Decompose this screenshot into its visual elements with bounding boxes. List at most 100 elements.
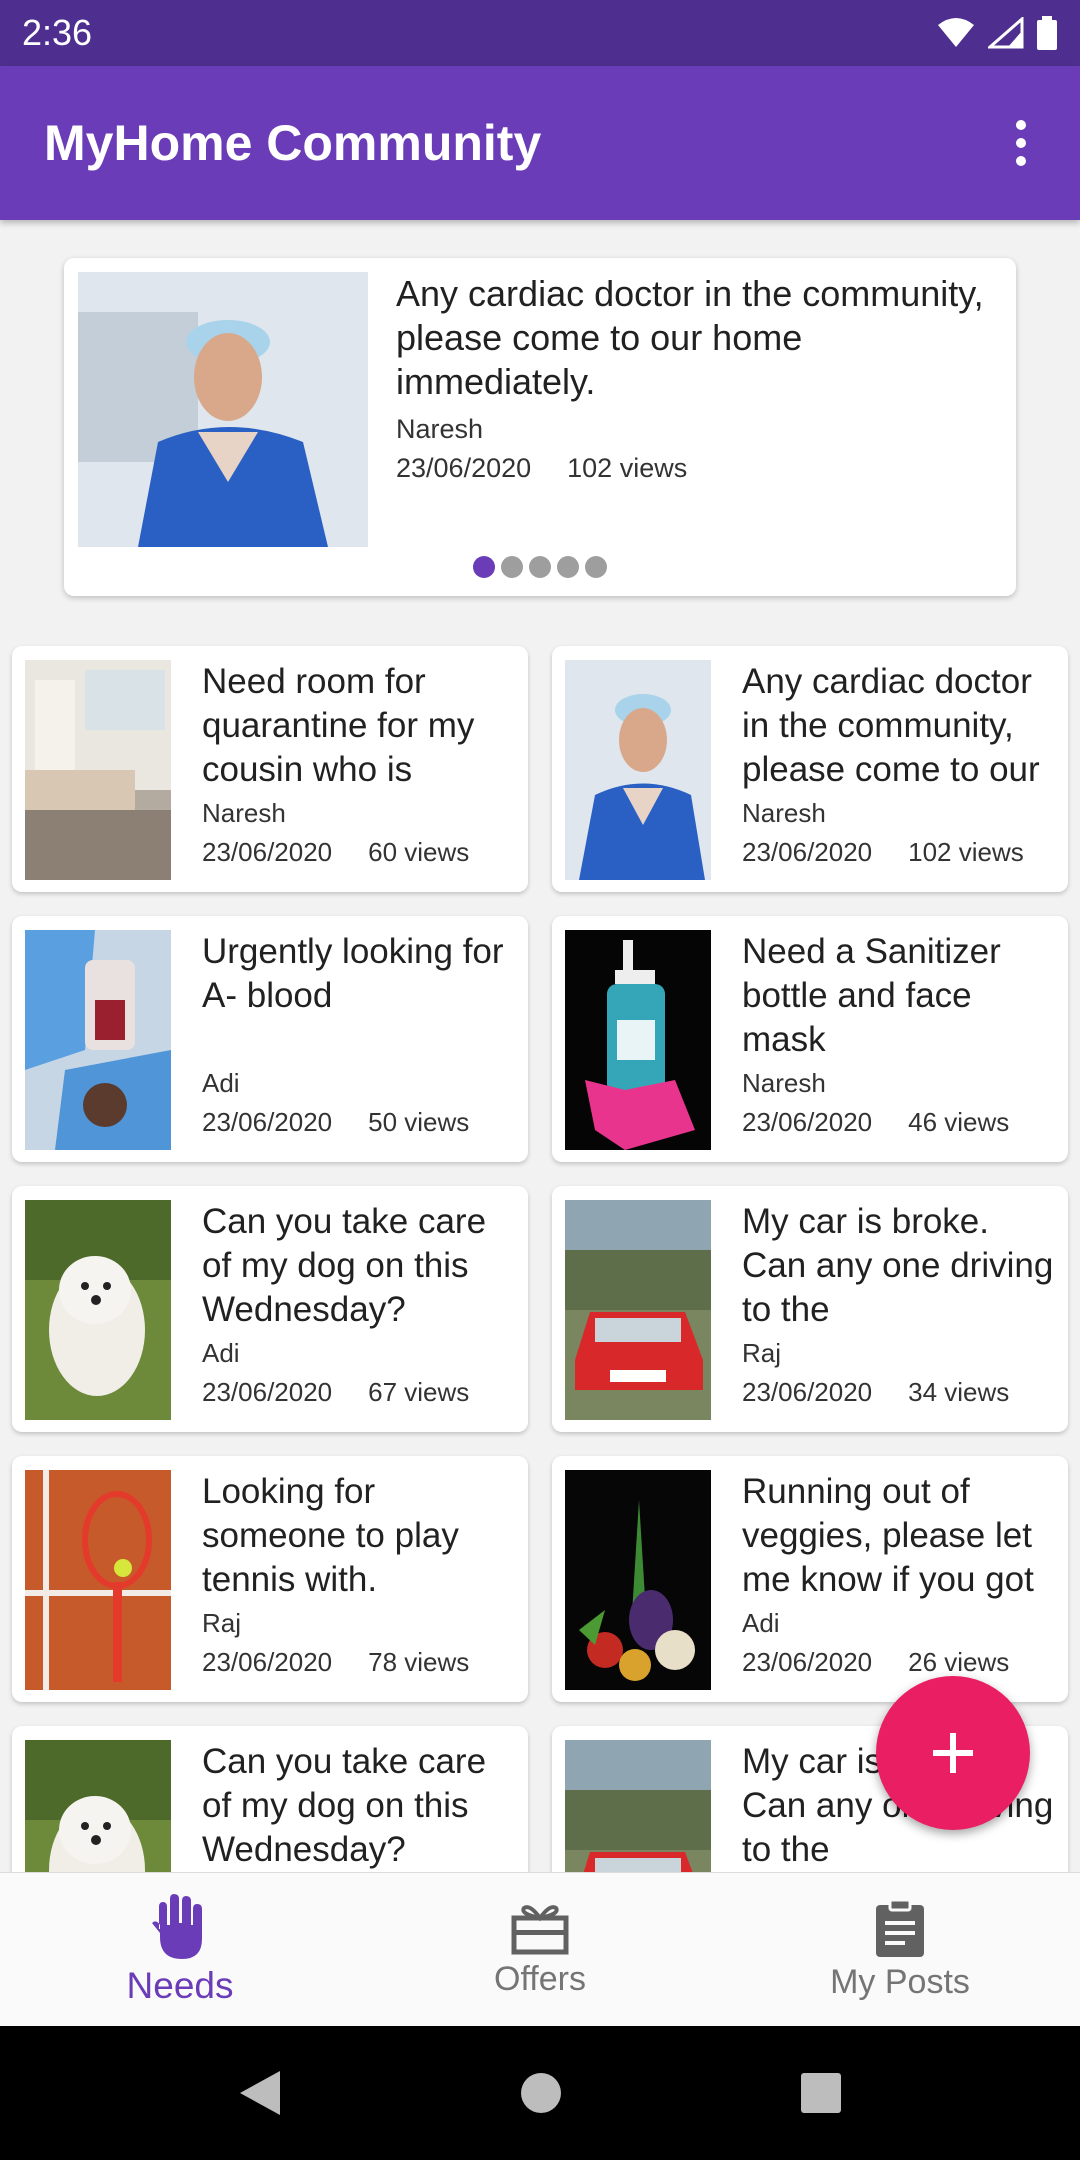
post-author: Naresh — [202, 798, 286, 828]
red-car-photo — [565, 1200, 711, 1420]
post-meta: 23/06/2020 67 views — [202, 1377, 522, 1408]
nav-needs-label: Needs — [126, 1965, 234, 2006]
status-bar: 2:36 — [0, 0, 1080, 66]
post-meta: 23/06/2020 26 views — [742, 1647, 1062, 1678]
carousel-pager[interactable] — [64, 556, 1016, 578]
post-author: Naresh — [742, 1068, 826, 1098]
home-icon[interactable] — [519, 2071, 563, 2115]
hand-icon — [152, 1894, 202, 1959]
battery-icon — [1037, 16, 1057, 50]
post-views: 26 views — [908, 1647, 1010, 1677]
blood-bag-photo — [25, 930, 171, 1150]
gift-icon — [511, 1904, 569, 1954]
post-meta: 23/06/2020 50 views — [202, 1107, 522, 1138]
doctor-photo — [78, 272, 368, 547]
pager-dot[interactable] — [529, 556, 551, 578]
wifi-icon — [938, 18, 974, 47]
system-navigation-bar — [0, 2026, 1080, 2160]
vegetables-photo — [565, 1470, 711, 1690]
post-date: 23/06/2020 — [742, 1377, 873, 1407]
post-card-text: Looking for someone to play tennis with.… — [202, 1470, 522, 1678]
signal-icon — [988, 17, 1024, 49]
post-card[interactable]: Urgently looking for A- blood Adi 23/06/20… — [12, 916, 528, 1162]
dog-photo — [25, 1740, 171, 1872]
post-date: 23/06/2020 — [742, 1647, 873, 1677]
post-card[interactable]: Any cardiac doctor in the community, ple… — [552, 646, 1068, 892]
post-card-text: Can you take care of my dog on this Wedn… — [202, 1740, 522, 1872]
pager-dot-active[interactable] — [473, 556, 495, 578]
post-date: 23/06/2020 — [202, 1647, 333, 1677]
app-title: MyHome Community — [44, 115, 542, 171]
post-views: 67 views — [368, 1377, 470, 1407]
post-card[interactable]: Looking for someone to play tennis with.… — [12, 1456, 528, 1702]
bedroom-photo — [25, 660, 171, 880]
post-title: Can you take care of my dog on this Wedn… — [202, 1202, 487, 1329]
post-card[interactable]: Need room for quarantine for my cousin w… — [12, 646, 528, 892]
featured-post-title: Any cardiac doctor in the community, ple… — [396, 273, 984, 402]
post-title: Looking for someone to play tennis with. — [202, 1472, 459, 1599]
dog-photo — [25, 1200, 171, 1420]
post-card-text: Running out of veggies, please let me kn… — [742, 1470, 1062, 1678]
post-author: Adi — [742, 1608, 780, 1638]
post-meta: 23/06/2020 34 views — [742, 1377, 1062, 1408]
doctor-photo — [565, 660, 711, 880]
nav-offers[interactable]: Offers — [360, 1873, 720, 2027]
plus-icon — [933, 1733, 973, 1773]
post-date: 23/06/2020 — [202, 1107, 333, 1137]
tennis-photo — [25, 1470, 171, 1690]
post-title: Need a Sanitizer bottle and face mask — [742, 932, 1001, 1059]
post-views: 102 views — [908, 837, 1024, 867]
recents-icon[interactable] — [800, 2072, 842, 2114]
overflow-menu-icon[interactable] — [1006, 110, 1036, 176]
post-meta: 23/06/2020 102 views — [742, 837, 1062, 868]
status-icons — [936, 16, 1058, 50]
post-card[interactable]: Can you take care of my dog on this Wedn… — [12, 1186, 528, 1432]
post-title: Need room for quarantine for my cousin w… — [202, 662, 475, 789]
add-post-button[interactable] — [876, 1676, 1030, 1830]
status-time: 2:36 — [22, 12, 93, 53]
post-author: Naresh — [742, 798, 826, 828]
post-date: 23/06/2020 — [202, 837, 333, 867]
post-views: 60 views — [368, 837, 470, 867]
post-author: Raj — [202, 1608, 242, 1638]
post-title: Running out of veggies, please let me kn… — [742, 1472, 1034, 1599]
post-card-text: My car is broke. Can any one driving to … — [742, 1200, 1062, 1408]
post-author: Raj — [742, 1338, 782, 1368]
post-card-text: Any cardiac doctor in the community, ple… — [742, 660, 1062, 868]
nav-my-posts[interactable]: My Posts — [720, 1873, 1080, 2027]
post-views: 46 views — [908, 1107, 1010, 1137]
post-date: 23/06/2020 — [202, 1377, 333, 1407]
post-title: Can you take care of my dog on this Wedn… — [202, 1742, 487, 1869]
clipboard-icon — [876, 1898, 924, 1957]
post-title: Any cardiac doctor in the community, ple… — [742, 662, 1040, 789]
app-bar: MyHome Community — [0, 66, 1080, 220]
post-views: 78 views — [368, 1647, 470, 1677]
post-card-text: Urgently looking for A- blood Adi 23/06/20… — [202, 930, 522, 1138]
post-card[interactable]: Need a Sanitizer bottle and face mask Nar… — [552, 916, 1068, 1162]
post-card-text: Need a Sanitizer bottle and face mask Nar… — [742, 930, 1062, 1138]
needs-feed[interactable]: Any cardiac doctor in the community, ple… — [0, 220, 1080, 1872]
nav-needs[interactable]: Needs — [0, 1873, 360, 2027]
pager-dot[interactable] — [557, 556, 579, 578]
post-meta: 23/06/2020 60 views — [202, 837, 522, 868]
post-author: Adi — [202, 1338, 240, 1368]
post-views: 34 views — [908, 1377, 1010, 1407]
post-title: Urgently looking for A- blood — [202, 932, 504, 1015]
post-card[interactable]: My car is broke. Can any one driving to … — [552, 1186, 1068, 1432]
post-meta: 23/06/2020 46 views — [742, 1107, 1062, 1138]
post-views: 50 views — [368, 1107, 470, 1137]
post-meta: 23/06/2020 78 views — [202, 1647, 522, 1678]
post-date: 23/06/2020 — [742, 1107, 873, 1137]
post-card[interactable]: Can you take care of my dog on this Wedn… — [12, 1726, 528, 1872]
featured-post-meta: 23/06/2020 102 views — [396, 453, 996, 484]
pager-dot[interactable] — [585, 556, 607, 578]
bottom-navigation: Needs Offers My Posts — [0, 1872, 1080, 2027]
featured-post-author: Naresh — [396, 414, 484, 444]
pager-dot[interactable] — [501, 556, 523, 578]
back-icon[interactable] — [238, 2069, 282, 2117]
nav-offers-label: Offers — [494, 1959, 586, 1998]
featured-post-date: 23/06/2020 — [396, 453, 532, 483]
featured-post-card[interactable]: Any cardiac doctor in the community, ple… — [64, 258, 1016, 596]
post-card-text: Can you take care of my dog on this Wedn… — [202, 1200, 522, 1408]
post-card[interactable]: Running out of veggies, please let me kn… — [552, 1456, 1068, 1702]
